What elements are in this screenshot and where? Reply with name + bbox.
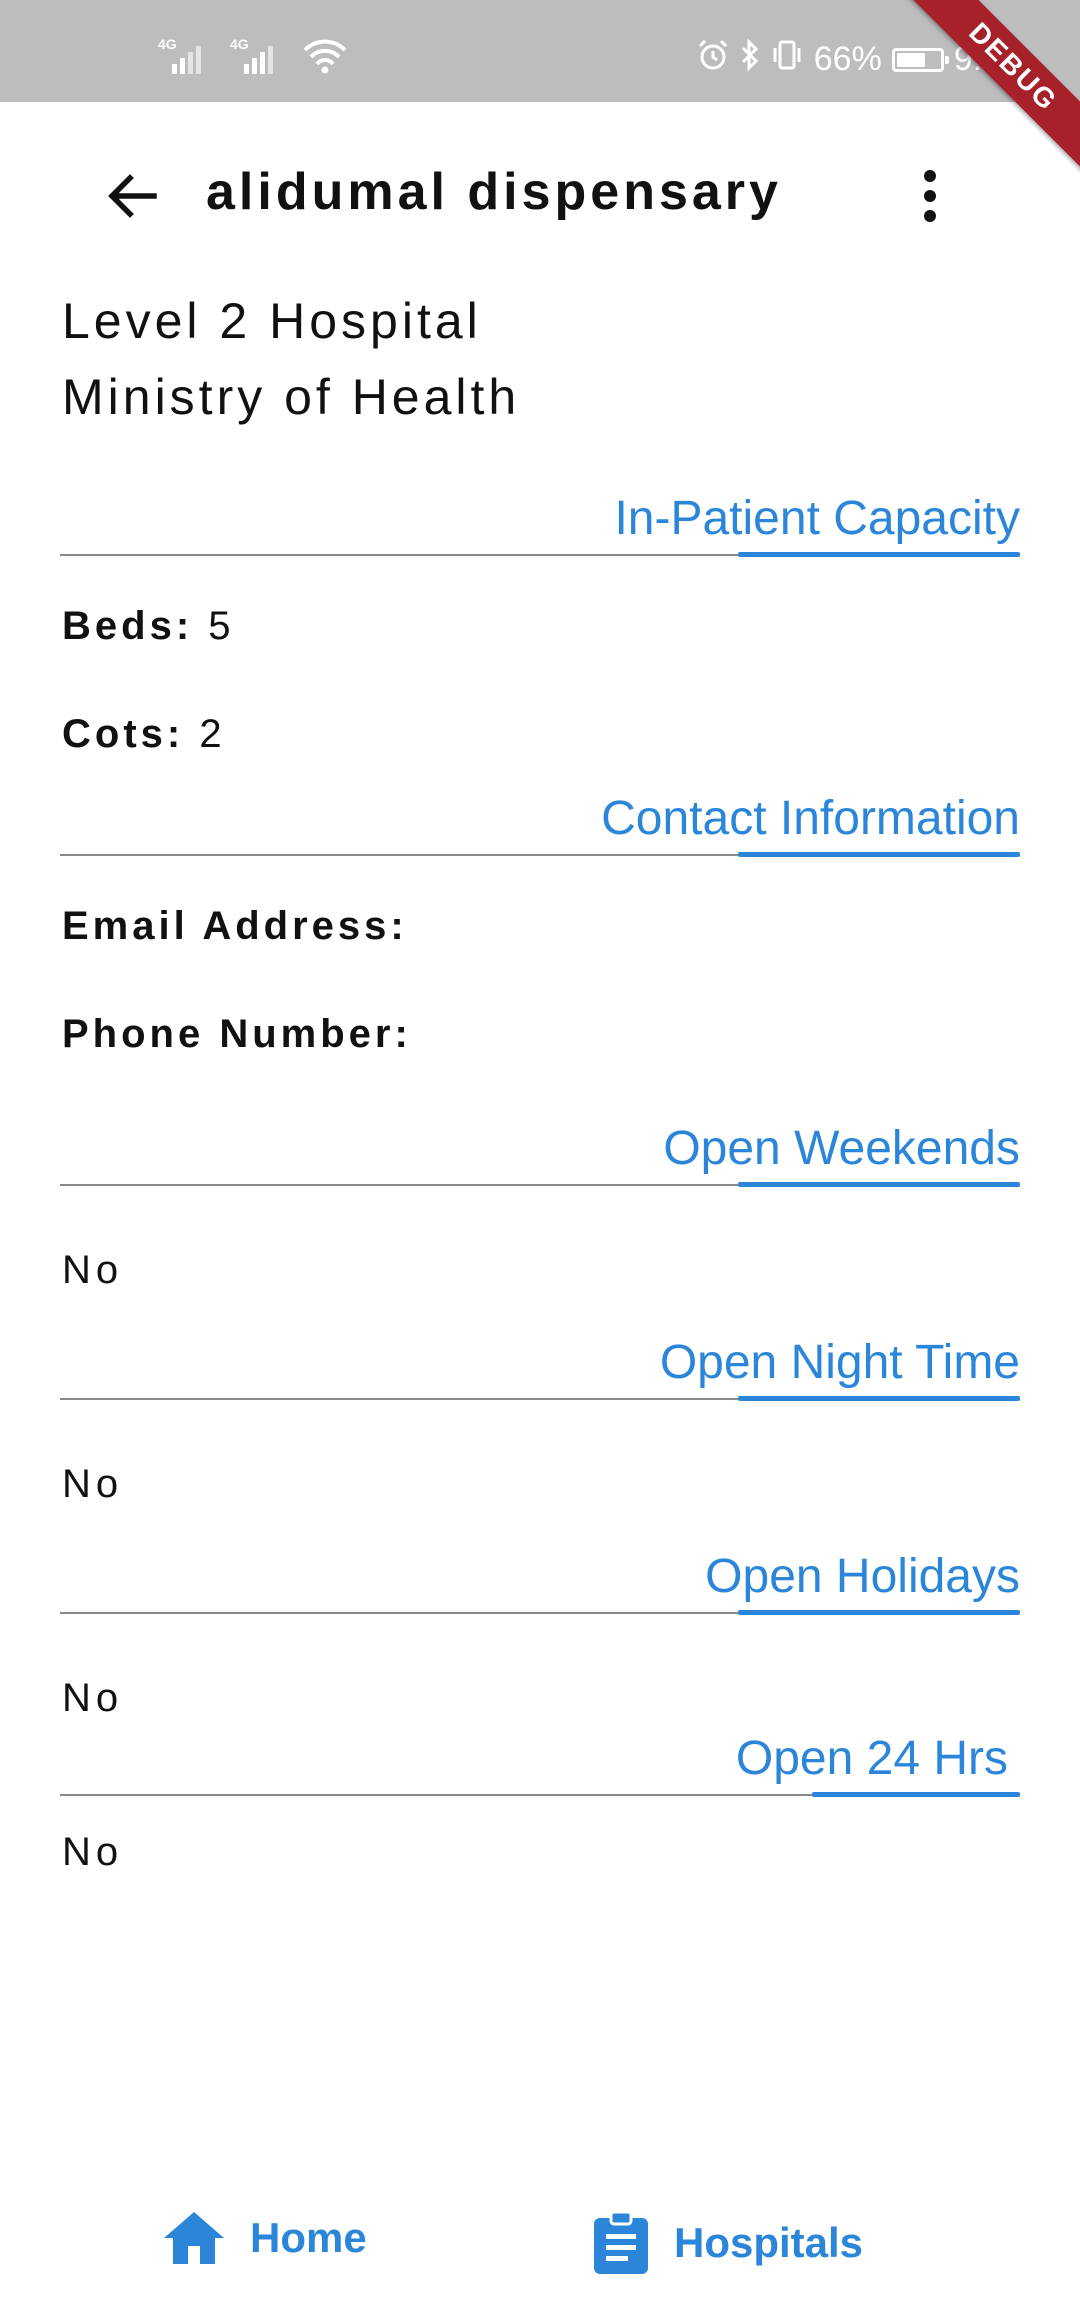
section-title: Open 24 Hrs xyxy=(735,1732,1008,1785)
section-title: Open Weekends xyxy=(663,1122,1020,1175)
signal-sim1-icon: 4G xyxy=(158,36,216,76)
alarm-icon xyxy=(696,38,730,81)
more-vert-icon xyxy=(924,170,936,222)
section-title: Open Holidays xyxy=(705,1550,1020,1603)
page-title: alidumal dispensary xyxy=(206,163,782,221)
nav-hospitals-label: Hospitals xyxy=(674,2219,864,2266)
bottom-navigation: Home Hospitals xyxy=(0,2170,1080,2310)
beds-value: 5 xyxy=(208,604,235,648)
nav-hospitals[interactable]: Hospitals xyxy=(592,2210,863,2276)
nav-home-label: Home xyxy=(250,2214,367,2261)
clipboard-icon xyxy=(594,2210,648,2274)
phone-row: Phone Number: xyxy=(62,1012,412,1057)
open-weekends-value: No xyxy=(62,1248,124,1292)
home-icon xyxy=(164,2212,224,2264)
cots-row: Cots: 2 xyxy=(62,712,226,757)
open-24-hrs-value: No xyxy=(62,1830,124,1874)
overflow-menu-button[interactable] xyxy=(910,160,950,232)
back-button[interactable] xyxy=(96,160,168,232)
section-title: Contact Information xyxy=(601,792,1020,845)
section-inpatient-capacity: In-Patient Capacity xyxy=(60,470,1020,557)
section-open-24-hrs: Open 24 Hrs xyxy=(60,1710,1020,1797)
section-title: In-Patient Capacity xyxy=(614,492,1020,545)
signal-sim2-icon: 4G xyxy=(230,36,288,76)
bluetooth-icon xyxy=(740,38,760,81)
facility-owner: Ministry of Health xyxy=(62,369,521,425)
sim2-network-type: 4G xyxy=(230,36,249,52)
section-open-holidays: Open Holidays xyxy=(60,1528,1020,1615)
open-night-time-value: No xyxy=(62,1462,124,1506)
app-bar: alidumal dispensary xyxy=(0,102,1080,282)
section-open-weekends: Open Weekends xyxy=(60,1100,1020,1187)
battery-icon xyxy=(891,47,949,72)
nav-home[interactable]: Home xyxy=(162,2210,367,2266)
arrow-back-icon xyxy=(108,174,157,218)
status-bar: 4G 4G 66% xyxy=(0,0,1080,102)
beds-label: Beds: xyxy=(62,604,194,648)
cots-label: Cots: xyxy=(62,712,185,756)
beds-row: Beds: 5 xyxy=(62,604,235,649)
sim1-network-type: 4G xyxy=(158,36,177,52)
vibrate-icon xyxy=(770,38,804,81)
facility-level: Level 2 Hospital xyxy=(62,293,482,349)
screen: 4G 4G 66% DEBUG alidumal dispensary Leve… xyxy=(0,0,1080,2310)
email-row: Email Address: xyxy=(62,904,408,949)
email-label: Email Address: xyxy=(62,904,408,948)
cots-value: 2 xyxy=(199,712,226,756)
battery-percent: 66% xyxy=(813,40,882,78)
phone-label: Phone Number: xyxy=(62,1012,412,1056)
section-open-night-time: Open Night Time xyxy=(60,1314,1020,1401)
wifi-icon xyxy=(302,36,348,76)
section-title: Open Night Time xyxy=(659,1336,1020,1389)
status-left: 4G 4G xyxy=(158,36,348,76)
section-contact-information: Contact Information xyxy=(60,770,1020,857)
